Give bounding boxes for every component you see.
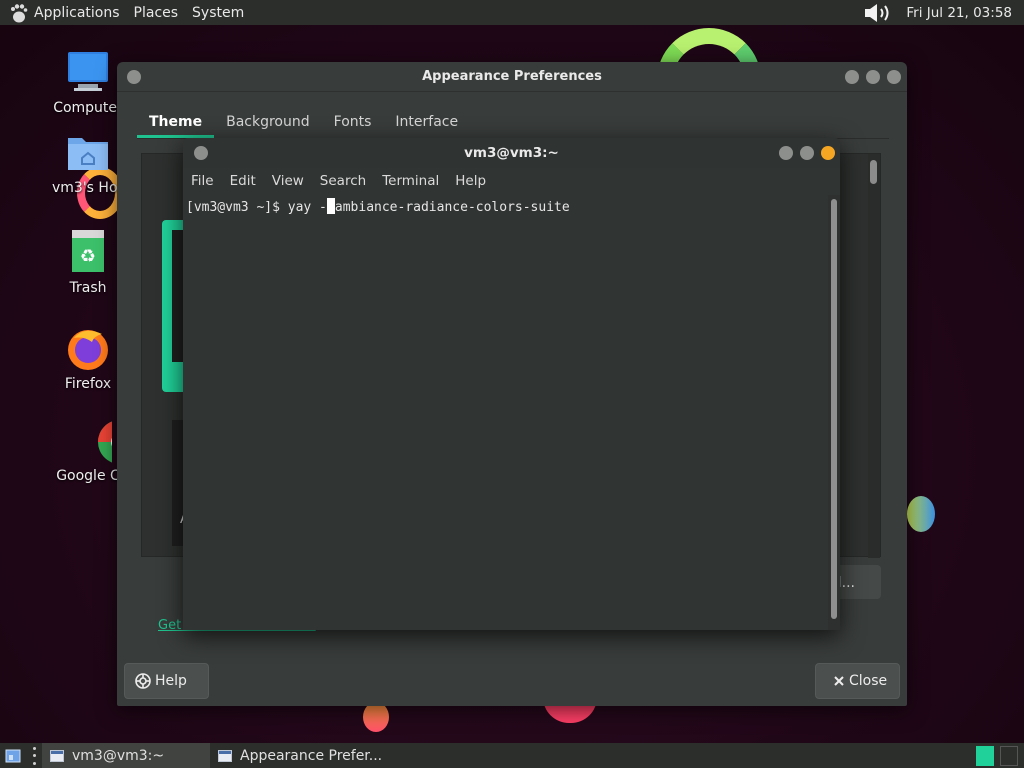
window-title: Appearance Preferences bbox=[422, 69, 602, 84]
help-button[interactable]: Help bbox=[124, 663, 209, 699]
menu-applications[interactable]: Applications bbox=[34, 5, 120, 21]
computer-icon bbox=[64, 48, 112, 96]
menu-terminal[interactable]: Terminal bbox=[378, 173, 443, 189]
taskbar-item-terminal[interactable]: vm3@vm3:~ bbox=[42, 743, 210, 768]
trash-icon: ♻ bbox=[64, 228, 112, 276]
close-button[interactable]: Close bbox=[815, 663, 900, 699]
wallpaper-shape bbox=[907, 496, 935, 532]
maximize-button[interactable] bbox=[866, 70, 880, 84]
terminal-output[interactable]: [vm3@vm3 ~]$ yay - ambiance-radiance-colo… bbox=[183, 195, 840, 630]
help-button-label: Help bbox=[155, 673, 187, 689]
menu-view[interactable]: View bbox=[268, 173, 308, 189]
close-button-label: Close bbox=[849, 673, 888, 689]
workspace-2[interactable] bbox=[1000, 745, 1018, 766]
menu-system[interactable]: System bbox=[192, 5, 244, 21]
tab-background[interactable]: Background bbox=[214, 114, 322, 138]
close-window-button[interactable] bbox=[887, 70, 901, 84]
clock[interactable]: Fri Jul 21, 03:58 bbox=[906, 5, 1012, 21]
desktop-icon-label: Google C bbox=[56, 468, 120, 484]
command-line: [vm3@vm3 ~]$ yay - ambiance-radiance-colo… bbox=[186, 198, 570, 215]
customize-button-label: l... bbox=[837, 575, 855, 591]
text-cursor bbox=[326, 198, 335, 214]
desktop-icon-label: Trash bbox=[69, 280, 107, 296]
terminal-menubar: File Edit View Search Terminal Help bbox=[183, 168, 840, 194]
terminal-scrollbar[interactable] bbox=[828, 195, 840, 630]
desktop-icon-home[interactable]: vm3's Hom bbox=[52, 128, 132, 196]
desktop-icon-label: vm3's Hom bbox=[52, 180, 132, 196]
terminal-window[interactable]: vm3@vm3:~ File Edit View Search Terminal… bbox=[183, 138, 840, 630]
prompt-text: [vm3@vm3 ~]$ yay - bbox=[186, 200, 327, 215]
desktop-icon-label: Computer bbox=[53, 100, 123, 116]
taskbar-item-label: Appearance Prefer... bbox=[240, 747, 383, 764]
window-titlebar[interactable]: Appearance Preferences bbox=[117, 62, 907, 92]
window-menu-button[interactable] bbox=[127, 70, 141, 84]
desktop-icon-chrome[interactable]: Google C bbox=[52, 416, 142, 484]
tab-interface[interactable]: Interface bbox=[383, 114, 470, 138]
tab-fonts[interactable]: Fonts bbox=[322, 114, 384, 138]
terminal-titlebar[interactable]: vm3@vm3:~ bbox=[183, 138, 840, 168]
command-text: ambiance-radiance-colors-suite bbox=[334, 200, 570, 215]
workspace-switcher bbox=[976, 743, 1024, 768]
desktop-icon-firefox[interactable]: Firefox bbox=[52, 324, 124, 392]
gnome-foot-icon[interactable] bbox=[8, 2, 30, 24]
close-window-button[interactable] bbox=[821, 146, 835, 160]
taskbar-item-label: vm3@vm3:~ bbox=[72, 747, 165, 764]
volume-icon[interactable] bbox=[862, 2, 896, 24]
minimize-button[interactable] bbox=[779, 146, 793, 160]
tab-theme[interactable]: Theme bbox=[137, 114, 215, 138]
desktop-icon-computer[interactable]: Computer bbox=[52, 48, 124, 116]
theme-list-scrollbar[interactable] bbox=[868, 154, 880, 558]
desktop-icon-label: Firefox bbox=[64, 376, 112, 392]
show-desktop-icon[interactable] bbox=[0, 743, 26, 768]
close-icon bbox=[833, 675, 845, 687]
scrollbar-thumb[interactable] bbox=[831, 199, 837, 619]
desktop-icon-trash[interactable]: ♻ Trash bbox=[52, 228, 124, 296]
svg-text:♻: ♻ bbox=[80, 246, 96, 267]
workspace-1[interactable] bbox=[976, 745, 994, 766]
window-icon bbox=[50, 749, 64, 762]
top-panel: Applications Places System Fri Jul 21, 0… bbox=[0, 0, 1024, 25]
taskbar-handle[interactable] bbox=[30, 746, 38, 765]
menu-places[interactable]: Places bbox=[134, 5, 179, 21]
help-icon bbox=[135, 673, 151, 689]
menu-search[interactable]: Search bbox=[316, 173, 370, 189]
firefox-icon bbox=[64, 324, 112, 372]
window-icon bbox=[218, 749, 232, 762]
wallpaper-shape bbox=[363, 702, 389, 732]
menu-help[interactable]: Help bbox=[451, 173, 490, 189]
maximize-button[interactable] bbox=[800, 146, 814, 160]
menu-edit[interactable]: Edit bbox=[226, 173, 260, 189]
terminal-title: vm3@vm3:~ bbox=[464, 145, 559, 161]
tab-bar: Theme Background Fonts Interface bbox=[137, 105, 889, 139]
taskbar-item-appearance[interactable]: Appearance Prefer... bbox=[210, 743, 414, 768]
chrome-icon bbox=[64, 416, 142, 464]
window-menu-button[interactable] bbox=[194, 146, 208, 160]
home-folder-icon bbox=[64, 128, 112, 176]
minimize-button[interactable] bbox=[845, 70, 859, 84]
menu-file[interactable]: File bbox=[187, 173, 218, 189]
bottom-taskbar: vm3@vm3:~ Appearance Prefer... bbox=[0, 743, 1024, 768]
scrollbar-thumb[interactable] bbox=[870, 160, 877, 184]
